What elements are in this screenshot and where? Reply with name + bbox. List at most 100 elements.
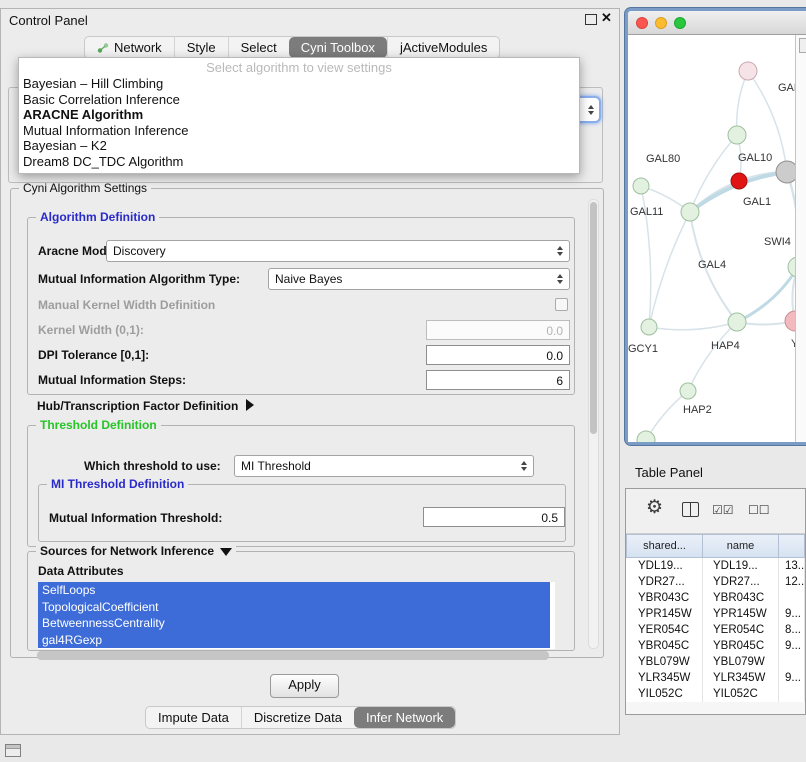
tab-jactivemodules[interactable]: jActiveModules	[387, 37, 499, 58]
network-node[interactable]	[788, 257, 795, 277]
table-cell: 8...	[779, 622, 805, 638]
minimized-panel-icon[interactable]	[5, 744, 21, 757]
table-body: YDL19...YDL19...13...YDR27...YDR27...12.…	[626, 558, 805, 702]
bottom-tab-impute-data[interactable]: Impute Data	[146, 707, 241, 728]
network-node[interactable]	[637, 431, 655, 442]
which-threshold-label: Which threshold to use:	[84, 459, 221, 474]
tab-label: Network	[114, 40, 162, 55]
manual-kernel-checkbox[interactable]	[555, 298, 568, 311]
manual-kernel-label: Manual Kernel Width Definition	[38, 298, 215, 313]
data-attribute-item[interactable]: gal4RGexp	[38, 632, 550, 649]
table-cell: 12...	[779, 574, 805, 590]
minimize-traffic-light-icon[interactable]	[655, 17, 667, 29]
which-threshold-select[interactable]: MI Threshold	[234, 455, 534, 477]
table-row[interactable]: YPR145WYPR145W9...	[626, 606, 805, 622]
table-cell: 13...	[779, 558, 805, 574]
table-row[interactable]: YBR045CYBR045C9...	[626, 638, 805, 654]
table-row[interactable]: YBR043CYBR043C	[626, 590, 805, 606]
kernel-width-field[interactable]: 0.0	[426, 320, 570, 340]
mi-threshold-group: MI Threshold Definition Mutual Informati…	[38, 484, 566, 542]
columns-icon[interactable]	[682, 502, 699, 517]
zoom-traffic-light-icon[interactable]	[674, 17, 686, 29]
table-cell: 9...	[779, 606, 805, 622]
kernel-width-label: Kernel Width (0,1):	[38, 323, 144, 338]
data-attribute-item[interactable]: SelfLoops	[38, 582, 550, 599]
birdseye-button[interactable]	[799, 38, 806, 53]
data-attribute-item[interactable]: TopologicalCoefficient	[38, 599, 550, 616]
network-node[interactable]	[680, 383, 696, 399]
table-row[interactable]: YLR345WYLR345W9...	[626, 670, 805, 686]
mi-type-label: Mutual Information Algorithm Type:	[38, 272, 240, 287]
mi-threshold-group-title: MI Threshold Definition	[47, 477, 188, 492]
algorithm-option[interactable]: Bayesian – Hill Climbing	[19, 76, 579, 92]
apply-button[interactable]: Apply	[270, 674, 339, 698]
network-node[interactable]	[681, 203, 699, 221]
algorithm-option[interactable]: Dream8 DC_TDC Algorithm	[19, 154, 579, 170]
table-cell: YDL19...	[626, 558, 703, 574]
network-node[interactable]	[739, 62, 757, 80]
network-window-titlebar[interactable]	[628, 11, 806, 35]
table-cell: YBL079W	[626, 654, 703, 670]
table-row[interactable]: YER054CYER054C8...	[626, 622, 805, 638]
close-icon[interactable]: ✕	[601, 10, 612, 26]
network-node[interactable]	[776, 161, 795, 183]
combo-arrows-icon	[588, 105, 594, 115]
float-window-icon[interactable]	[585, 14, 597, 25]
table-row[interactable]: YDR27...YDR27...12...	[626, 574, 805, 590]
network-graph[interactable]: GAL7GAL80GAL10GAL1GAL11SWI4GAL4GCY1HAP4Y…	[628, 35, 795, 442]
network-edge	[737, 267, 795, 322]
mi-steps-field[interactable]: 6	[426, 370, 570, 390]
tab-cyni-toolbox[interactable]: Cyni Toolbox	[289, 37, 387, 58]
algorithm-option[interactable]: Bayesian – K2	[19, 138, 579, 154]
aracne-mode-select[interactable]: Discovery	[106, 240, 570, 262]
network-node[interactable]	[785, 311, 795, 331]
tab-style[interactable]: Style	[174, 37, 228, 58]
table-cell: YDR27...	[626, 574, 703, 590]
scrollbar-thumb[interactable]	[590, 202, 597, 434]
deselect-all-icon[interactable]: ☐☐	[748, 503, 770, 517]
cyni-algorithm-settings-group: Cyni Algorithm Settings Algorithm Defini…	[10, 188, 604, 658]
algorithm-option[interactable]: Basic Correlation Inference	[19, 92, 579, 108]
gear-icon[interactable]: ⚙	[646, 496, 663, 519]
bottom-tab-infer-network[interactable]: Infer Network	[354, 707, 455, 728]
mi-type-value: Naive Bayes	[275, 272, 551, 286]
tab-select[interactable]: Select	[228, 37, 289, 58]
network-canvas[interactable]: GAL7GAL80GAL10GAL1GAL11SWI4GAL4GCY1HAP4Y…	[628, 35, 806, 442]
network-node[interactable]	[728, 313, 746, 331]
mi-steps-label: Mutual Information Steps:	[38, 373, 186, 388]
data-attributes-label: Data Attributes	[38, 564, 124, 579]
algorithm-option[interactable]: Mutual Information Inference	[19, 123, 579, 139]
close-traffic-light-icon[interactable]	[636, 17, 648, 29]
node-label: GCY1	[628, 343, 658, 355]
tab-network[interactable]: Network	[85, 37, 174, 58]
settings-scrollbar[interactable]	[588, 199, 599, 649]
network-node[interactable]	[731, 173, 747, 189]
dpi-tolerance-field[interactable]: 0.0	[426, 345, 570, 365]
network-node[interactable]	[641, 319, 657, 335]
horizontal-scrollbar[interactable]	[37, 651, 549, 660]
algorithm-option[interactable]: ARACNE Algorithm	[19, 107, 579, 123]
sources-section-toggle[interactable]: Sources for Network Inference	[36, 544, 236, 559]
which-threshold-value: MI Threshold	[241, 459, 515, 473]
table-row[interactable]: YIL052CYIL052C	[626, 686, 805, 702]
network-edge	[688, 322, 737, 391]
mi-threshold-field[interactable]: 0.5	[423, 507, 565, 527]
column-header[interactable]: shared...	[626, 534, 703, 558]
combo-arrows-icon	[557, 274, 563, 284]
bottom-tab-discretize-data[interactable]: Discretize Data	[241, 707, 354, 728]
data-attribute-item[interactable]: BetweennessCentrality	[38, 615, 550, 632]
mi-threshold-label: Mutual Information Threshold:	[49, 511, 222, 526]
settings-group-title: Cyni Algorithm Settings	[19, 181, 151, 196]
mi-type-select[interactable]: Naive Bayes	[268, 268, 570, 290]
column-header[interactable]: name	[703, 534, 779, 558]
table-row[interactable]: YBL079WYBL079W	[626, 654, 805, 670]
table-cell	[779, 686, 805, 702]
table-cell	[779, 654, 805, 670]
table-row[interactable]: YDL19...YDL19...13...	[626, 558, 805, 574]
network-scrollbar[interactable]	[795, 35, 806, 442]
column-header[interactable]	[779, 534, 805, 558]
select-all-icon[interactable]: ☑☑	[712, 503, 734, 517]
hub-section-toggle[interactable]: Hub/Transcription Factor Definition	[37, 399, 254, 414]
network-node[interactable]	[728, 126, 746, 144]
network-node[interactable]	[633, 178, 649, 194]
